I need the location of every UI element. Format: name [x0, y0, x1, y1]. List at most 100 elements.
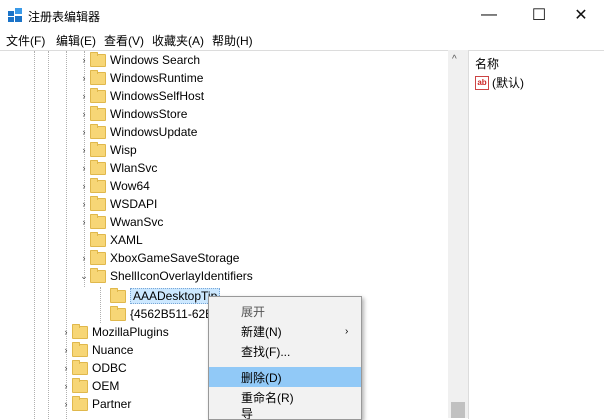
tree-item-label: WindowsSelfHost: [110, 89, 205, 103]
folder-icon: [72, 323, 88, 339]
tree-item-xaml[interactable]: XAML: [78, 231, 143, 249]
tree-item-oem[interactable]: › OEM: [60, 377, 119, 395]
expand-icon[interactable]: ›: [78, 217, 90, 227]
expand-icon[interactable]: ›: [60, 363, 72, 373]
context-menu-new[interactable]: 新建(N) ›: [209, 321, 361, 341]
tree-item-xboxgamesavestorage[interactable]: › XboxGameSaveStorage: [78, 249, 239, 267]
value-name: (默认): [492, 76, 524, 90]
context-menu-export[interactable]: 导: [209, 407, 361, 419]
folder-icon: [90, 249, 106, 265]
tree-item-label: ODBC: [92, 361, 127, 375]
scroll-up-icon[interactable]: ^: [452, 54, 457, 65]
expand-icon[interactable]: ›: [78, 163, 90, 173]
folder-icon: [90, 69, 106, 85]
column-header-name[interactable]: 名称: [475, 55, 499, 72]
context-menu-expand[interactable]: 展开: [209, 301, 361, 321]
folder-icon: [90, 213, 106, 229]
tree-item-windowsstore[interactable]: › WindowsStore: [78, 105, 187, 123]
folder-icon: [72, 377, 88, 393]
menu-help[interactable]: 帮助(H): [212, 32, 253, 49]
folder-icon: [90, 141, 106, 157]
tree-item-nuance[interactable]: › Nuance: [60, 341, 133, 359]
expand-icon[interactable]: ›: [78, 109, 90, 119]
expand-icon[interactable]: ›: [78, 127, 90, 137]
scroll-thumb[interactable]: [451, 402, 465, 418]
close-icon: ✕: [574, 7, 588, 24]
context-menu-find[interactable]: 查找(F)...: [209, 341, 361, 361]
tree-item-label: ShellIconOverlayIdentifiers: [110, 269, 253, 283]
menu-bar: 文件(F) 编辑(E) 查看(V) 收藏夹(A) 帮助(H): [0, 30, 604, 50]
string-value-icon: ab: [475, 75, 489, 90]
tree-item-label: {4562B511-62E: [130, 307, 214, 321]
collapse-icon[interactable]: ⌄: [78, 271, 90, 282]
tree-item-label: Windows Search: [110, 53, 201, 67]
expand-icon[interactable]: ›: [60, 327, 72, 337]
tree-item-wsdapi[interactable]: › WSDAPI: [78, 195, 157, 213]
expand-icon[interactable]: ›: [78, 55, 90, 65]
expand-icon[interactable]: ›: [78, 253, 90, 263]
menu-view[interactable]: 查看(V): [104, 32, 144, 49]
tree-item-wlansvc[interactable]: › WlanSvc: [78, 159, 157, 177]
maximize-button[interactable]: ☐: [516, 0, 562, 30]
tree-item-label: WindowsRuntime: [110, 71, 204, 85]
context-menu: 展开 新建(N) › 查找(F)... 删除(D) 重命名(R) 导: [208, 296, 362, 420]
expand-icon[interactable]: ›: [78, 91, 90, 101]
menu-file[interactable]: 文件(F): [6, 32, 45, 49]
folder-icon: [90, 159, 106, 175]
expand-icon[interactable]: ›: [60, 345, 72, 355]
tree-item-windowsselfhost[interactable]: › WindowsSelfHost: [78, 87, 204, 105]
menu-favorites[interactable]: 收藏夹(A): [152, 32, 204, 49]
expand-icon[interactable]: ›: [78, 73, 90, 83]
submenu-arrow-icon: ›: [345, 325, 349, 337]
expand-icon[interactable]: ›: [78, 199, 90, 209]
value-row-default[interactable]: ab (默认): [475, 74, 524, 91]
window-title: 注册表编辑器: [28, 10, 101, 24]
tree-item-4562b511[interactable]: {4562B511-62E: [98, 305, 213, 323]
folder-icon: [90, 123, 106, 139]
menu-edit[interactable]: 编辑(E): [56, 32, 96, 49]
context-menu-label: 重命名(R): [241, 390, 294, 405]
folder-icon: [72, 341, 88, 357]
folder-icon: [110, 287, 126, 303]
tree-item-label: Nuance: [92, 343, 134, 357]
tree-item-wisp[interactable]: › Wisp: [78, 141, 137, 159]
tree-item-windowsruntime[interactable]: › WindowsRuntime: [78, 69, 203, 87]
tree-item-label: WlanSvc: [110, 161, 158, 175]
context-menu-label: 展开: [241, 304, 266, 319]
folder-icon: [90, 231, 106, 247]
tree-item-partner[interactable]: › Partner: [60, 395, 131, 413]
context-menu-rename[interactable]: 重命名(R): [209, 387, 361, 407]
tree-item-label: OEM: [92, 379, 120, 393]
tree-item-shelliconoverlayidentifiers[interactable]: ⌄ ShellIconOverlayIdentifiers: [78, 267, 253, 285]
tree-item-windowsupdate[interactable]: › WindowsUpdate: [78, 123, 197, 141]
tree-item-label: MozillaPlugins: [92, 325, 169, 339]
minimize-button[interactable]: —: [466, 0, 512, 30]
context-menu-delete[interactable]: 删除(D): [209, 367, 361, 387]
expand-icon[interactable]: ›: [78, 181, 90, 191]
close-button[interactable]: ✕: [558, 0, 604, 30]
tree-item-label: Partner: [92, 397, 132, 411]
expand-icon[interactable]: ›: [78, 145, 90, 155]
tree-item-windows-search[interactable]: › Windows Search: [78, 51, 200, 69]
tree-item-odbc[interactable]: › ODBC: [60, 359, 127, 377]
folder-icon: [90, 267, 106, 283]
context-menu-label: 查找(F)...: [241, 344, 291, 359]
expand-icon[interactable]: ›: [60, 381, 72, 391]
tree-connector: [48, 51, 49, 419]
tree-item-label: Wisp: [110, 143, 137, 157]
tree-item-aaadesktoptip[interactable]: AAADesktopTip: [98, 287, 221, 305]
tree-item-wow64[interactable]: › Wow64: [78, 177, 150, 195]
tree-item-mozillaplugins[interactable]: › MozillaPlugins: [60, 323, 169, 341]
values-pane[interactable]: 名称 ab (默认): [468, 50, 604, 419]
tree-item-label: Wow64: [110, 179, 150, 193]
tree-item-label: WwanSvc: [110, 215, 164, 229]
tree-scrollbar[interactable]: ^: [448, 50, 468, 418]
tree-item-label: WSDAPI: [110, 197, 158, 211]
folder-icon: [90, 87, 106, 103]
tree-item-wwansvc[interactable]: › WwanSvc: [78, 213, 163, 231]
folder-icon: [72, 395, 88, 411]
tree-item-label: WindowsStore: [110, 107, 188, 121]
expand-icon[interactable]: ›: [60, 399, 72, 409]
context-menu-label: 删除(D): [241, 370, 282, 385]
tree-item-label: XboxGameSaveStorage: [110, 251, 240, 265]
